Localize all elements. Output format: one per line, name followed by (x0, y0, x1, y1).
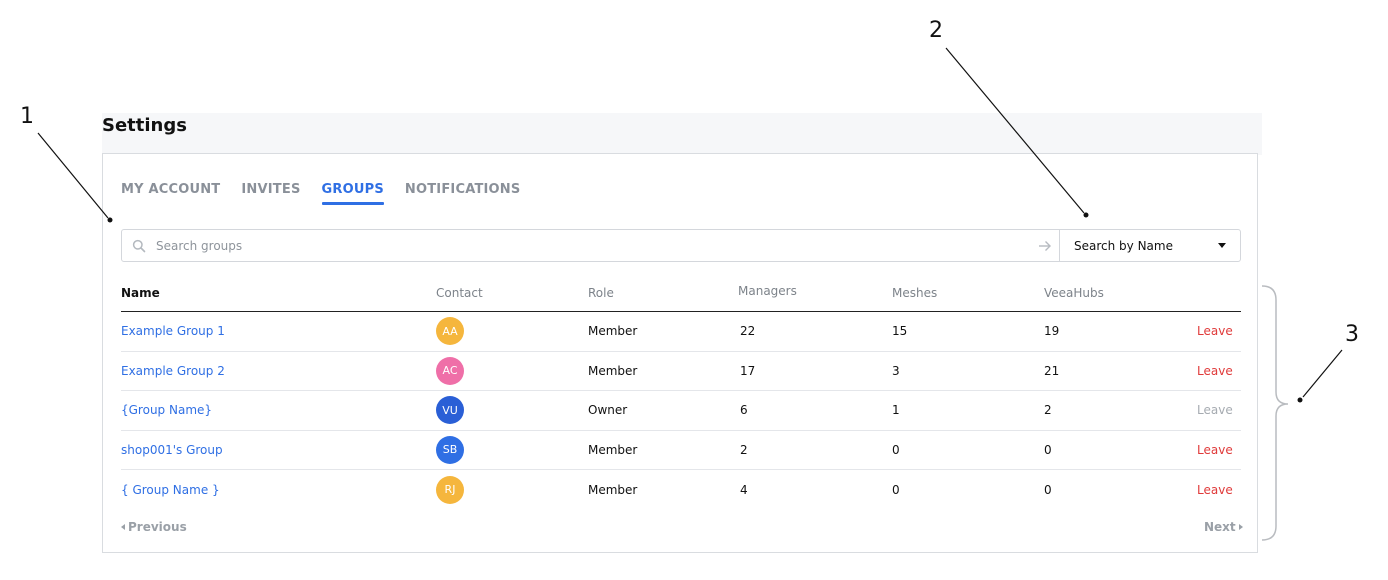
caret-down-icon (1218, 243, 1226, 248)
group-name-link[interactable]: Example Group 2 (121, 364, 225, 378)
previous-page-button[interactable]: Previous (121, 520, 187, 534)
callout-brace-3 (1261, 285, 1289, 541)
settings-card: MY ACCOUNT INVITES GROUPS NOTIFICATIONS … (102, 153, 1258, 553)
callout-dot-3 (1297, 397, 1303, 403)
table-row: Example Group 1 AA Member 22 15 19 Leave (121, 312, 1241, 352)
tab-groups[interactable]: GROUPS (321, 182, 385, 205)
avatar: AA (436, 317, 464, 346)
arrow-right-icon[interactable] (1031, 240, 1059, 252)
table-row: { Group Name } RJ Member 4 0 0 Leave (121, 470, 1241, 510)
meshes-cell: 0 (892, 442, 900, 457)
meshes-cell: 0 (892, 482, 900, 497)
avatar: VU (436, 396, 464, 425)
leave-button[interactable]: Leave (1197, 324, 1233, 338)
callout-number-2: 2 (929, 18, 943, 43)
avatar: RJ (436, 475, 464, 504)
table-row: shop001's Group SB Member 2 0 0 Leave (121, 431, 1241, 470)
next-page-button[interactable]: Next (1204, 520, 1243, 534)
meshes-cell: 3 (892, 363, 900, 378)
role-cell: Member (588, 363, 638, 378)
veeahubs-cell: 19 (1044, 324, 1060, 339)
group-name-link[interactable]: Example Group 1 (121, 324, 225, 338)
veeahubs-cell: 0 (1044, 482, 1052, 497)
managers-cell: 4 (740, 482, 748, 497)
column-header-veeahubs[interactable]: VeeaHubs (1044, 286, 1104, 300)
leave-button[interactable]: Leave (1197, 364, 1233, 378)
avatar: SB (436, 435, 464, 464)
callout-line-1 (37, 132, 109, 219)
groups-table: Name Contact Role Managers Meshes VeeaHu… (121, 274, 1241, 510)
group-name-link[interactable]: shop001's Group (121, 443, 223, 457)
group-name-link[interactable]: {Group Name} (121, 403, 212, 417)
column-header-name[interactable]: Name (121, 286, 160, 300)
managers-cell: 6 (740, 403, 748, 418)
column-header-role[interactable]: Role (588, 286, 614, 300)
search-mode-label: Search by Name (1074, 238, 1173, 253)
stage: Settings MY ACCOUNT INVITES GROUPS NOTIF… (0, 0, 1388, 580)
next-label: Next (1204, 520, 1236, 534)
chevron-left-icon (121, 524, 125, 530)
table-row: {Group Name} VU Owner 6 1 2 Leave (121, 391, 1241, 431)
meshes-cell: 15 (892, 324, 908, 339)
previous-label: Previous (128, 520, 187, 534)
leave-button[interactable]: Leave (1197, 483, 1233, 497)
column-header-meshes[interactable]: Meshes (892, 286, 937, 300)
table-header: Name Contact Role Managers Meshes VeeaHu… (121, 274, 1241, 312)
tab-invites[interactable]: INVITES (241, 182, 300, 205)
role-cell: Member (588, 482, 638, 497)
search-input[interactable] (156, 238, 1031, 253)
avatar: AC (436, 356, 464, 385)
search-bar: Search by Name (121, 229, 1241, 262)
callout-number-1: 1 (20, 104, 34, 129)
group-name-link[interactable]: { Group Name } (121, 483, 220, 497)
role-cell: Member (588, 324, 638, 339)
search-icon (122, 239, 156, 253)
table-row: Example Group 2 AC Member 17 3 21 Leave (121, 352, 1241, 391)
managers-cell: 22 (740, 324, 756, 339)
callout-number-3: 3 (1345, 322, 1359, 347)
managers-cell: 17 (740, 363, 756, 378)
meshes-cell: 1 (892, 403, 900, 418)
tab-notifications[interactable]: NOTIFICATIONS (405, 182, 521, 205)
header-band (102, 113, 1262, 155)
search-mode-select[interactable]: Search by Name (1059, 230, 1240, 261)
veeahubs-cell: 2 (1044, 403, 1052, 418)
tab-bar: MY ACCOUNT INVITES GROUPS NOTIFICATIONS (121, 182, 541, 205)
chevron-right-icon (1238, 524, 1243, 530)
column-header-contact[interactable]: Contact (436, 286, 483, 300)
page-title: Settings (102, 115, 187, 136)
callout-line-3 (1302, 349, 1343, 398)
tab-my-account[interactable]: MY ACCOUNT (121, 182, 220, 205)
leave-button-disabled: Leave (1197, 403, 1233, 418)
leave-button[interactable]: Leave (1197, 443, 1233, 457)
role-cell: Owner (588, 403, 628, 418)
veeahubs-cell: 0 (1044, 442, 1052, 457)
role-cell: Member (588, 442, 638, 457)
veeahubs-cell: 21 (1044, 363, 1060, 378)
managers-cell: 2 (740, 442, 748, 457)
column-header-managers[interactable]: Managers (738, 284, 797, 298)
